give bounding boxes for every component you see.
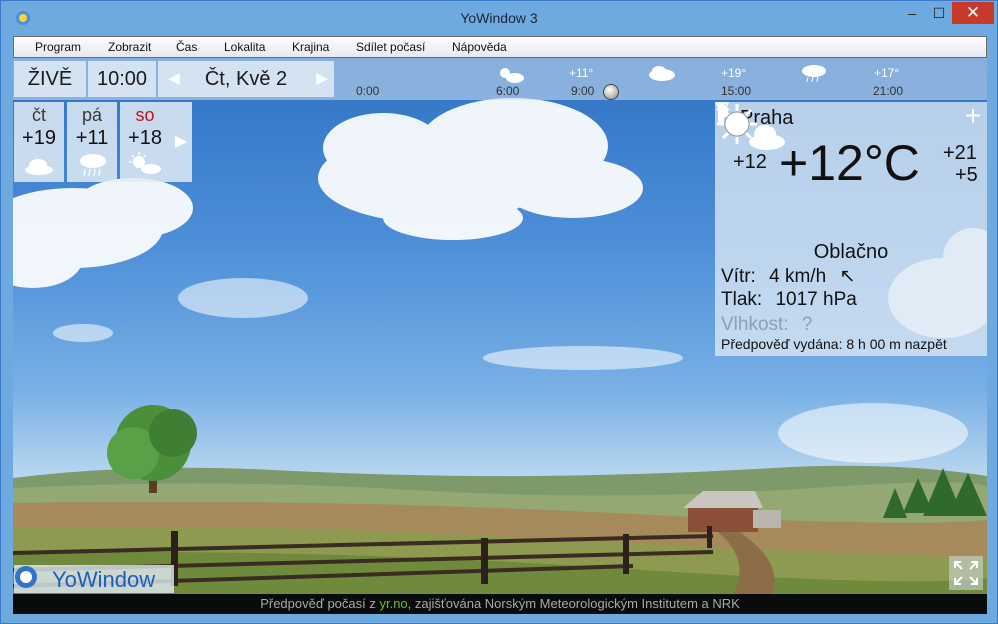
cloud-icon: [649, 66, 675, 81]
yr-no-link[interactable]: yr.no: [379, 596, 407, 611]
rain-cloud-icon: [802, 65, 826, 83]
issued-label: Předpověď vydána:: [721, 336, 843, 352]
menu-bar: Program Zobrazit Čas Lokalita Krajina Sd…: [13, 36, 987, 58]
window-title: YoWindow 3: [460, 10, 538, 26]
wind-value: 4 km/h: [769, 266, 827, 287]
forecast-day[interactable]: so +18: [120, 102, 170, 182]
sun-cloud-icon: [129, 152, 161, 174]
wind-label: Vítr:: [721, 266, 756, 287]
sun-cloud-icon: [500, 68, 524, 83]
day-name: čt: [31, 105, 46, 125]
timeline-bar: ŽIVĚ 10:00 ◀ Čt, Kvě 2 ▶ 0:00 6:00 9:00 …: [13, 58, 987, 100]
date-selector: ◀ Čt, Kvě 2 ▶: [158, 61, 334, 97]
timeline-temp: +19°: [721, 66, 747, 80]
current-temperature: +12°C: [779, 135, 920, 191]
live-button[interactable]: ŽIVĚ: [14, 61, 86, 97]
timeline-temp: +11°: [569, 66, 594, 80]
issued-value: 8 h 00 m nazpět: [846, 336, 947, 352]
menu-krajina[interactable]: Krajina: [292, 40, 329, 54]
menu-cas[interactable]: Čas: [176, 40, 197, 54]
app-window: YoWindow 3 – ☐ ✕ Program Zobrazit Čas Lo…: [0, 0, 998, 624]
days-next-arrow-icon[interactable]: ▶: [170, 102, 192, 182]
forecast-day[interactable]: čt +19: [14, 102, 64, 182]
timeline-tick: 15:00: [721, 84, 752, 98]
feels-like-temp: +12: [733, 151, 767, 173]
forecast-day[interactable]: pá +11: [67, 102, 117, 182]
day-temp: +11: [75, 127, 109, 149]
day-name: so: [135, 105, 155, 125]
timeline-slider-handle[interactable]: [603, 84, 619, 100]
timeline-tick: 6:00: [496, 84, 520, 98]
pressure-label: Tlak:: [721, 289, 763, 310]
condition-text: Oblačno: [813, 241, 889, 263]
minimize-button[interactable]: –: [898, 2, 926, 24]
menu-zobrazit[interactable]: Zobrazit: [108, 40, 151, 54]
prev-day-arrow-icon[interactable]: ◀: [164, 61, 184, 97]
footer-prefix: Předpověď počasí z: [260, 596, 380, 611]
humidity-row: Vlhkost: ?: [721, 314, 812, 336]
day-temp: +18: [128, 127, 162, 149]
timeline-tick: 0:00: [356, 84, 380, 98]
fullscreen-button[interactable]: [949, 556, 983, 590]
next-day-arrow-icon[interactable]: ▶: [312, 61, 332, 97]
day-temp: +19: [22, 127, 56, 149]
pressure-row: Tlak: 1017 hPa: [721, 289, 857, 311]
pressure-value: 1017 hPa: [775, 289, 857, 310]
weather-scene: ŽIVĚ 10:00 ◀ Čt, Kvě 2 ▶ 0:00 6:00 9:00 …: [13, 58, 987, 594]
yowindow-logo-icon: [15, 566, 37, 588]
title-bar[interactable]: YoWindow 3 – ☐ ✕: [1, 1, 997, 35]
forecast-issued: Předpověď vydána: 8 h 00 m nazpět: [721, 336, 947, 352]
humidity-value: ?: [801, 314, 813, 335]
timeline-tick: 21:00: [873, 84, 904, 98]
footer-suffix: , zajišťována Norským Meteorologickým In…: [407, 596, 740, 611]
add-location-button[interactable]: +: [959, 102, 987, 131]
yowindow-brand[interactable]: YoWindow: [14, 565, 174, 593]
current-time[interactable]: 10:00: [88, 61, 156, 97]
wind-direction-arrow-icon: ↖: [839, 266, 856, 287]
expand-icon: [954, 561, 978, 585]
menu-napoveda[interactable]: Nápověda: [452, 40, 507, 54]
current-conditions-panel: Praha + +12 +12°C +21 +5 Oblačno Vítr: 4…: [715, 102, 987, 356]
daily-forecast: čt +19 pá +11 so +18 ▶: [14, 102, 192, 182]
rain-cloud-icon: [80, 154, 106, 177]
wind-row: Vítr: 4 km/h ↖: [721, 265, 855, 288]
maximize-button[interactable]: ☐: [926, 2, 952, 24]
attribution-footer: Předpověď počasí z yr.no, zajišťována No…: [13, 594, 987, 614]
day-name: pá: [81, 105, 103, 125]
current-date: Čt, Kvě 2: [204, 68, 288, 90]
menu-program[interactable]: Program: [35, 40, 81, 54]
menu-lokalita[interactable]: Lokalita: [224, 40, 265, 54]
brand-name: YoWindow: [52, 567, 156, 592]
temp-low: +5: [955, 164, 978, 186]
temp-high: +21: [943, 142, 977, 164]
cloud-icon: [25, 159, 53, 175]
timeline-temp: +17°: [874, 66, 900, 80]
sun-cloud-icon: [717, 104, 785, 150]
humidity-label: Vlhkost:: [721, 314, 789, 335]
timeline-tick: 9:00: [571, 84, 595, 98]
menu-sdilet-pocasi[interactable]: Sdílet počasí: [356, 40, 425, 54]
close-button[interactable]: ✕: [952, 2, 994, 24]
